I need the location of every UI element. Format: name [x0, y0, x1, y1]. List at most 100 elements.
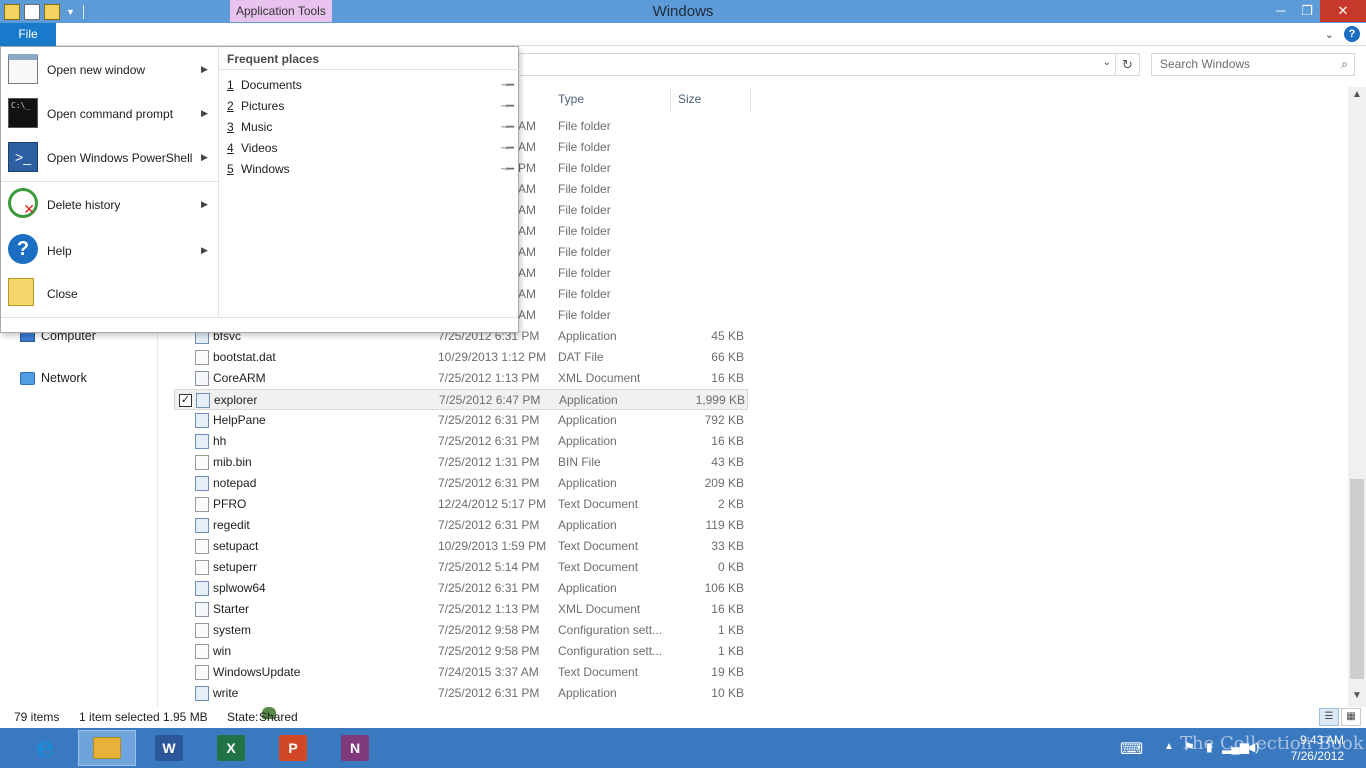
pin-icon[interactable]: ⊸━ [501, 138, 514, 159]
column-divider[interactable] [750, 87, 751, 112]
open-command-prompt-item[interactable]: C:\_ Open command prompt ▶ [1, 91, 218, 135]
help-item[interactable]: ? Help ▶ [1, 228, 218, 272]
address-dropdown-icon[interactable]: ⌄ [1103, 57, 1111, 68]
application-icon [195, 581, 209, 596]
menu-item-label: Open command prompt [47, 107, 174, 121]
frequent-place-label: Documents [241, 78, 302, 92]
column-header-size[interactable]: Size [678, 87, 701, 112]
file-row[interactable]: setupact 10/29/2013 1:59 PM Text Document 3… [174, 536, 748, 557]
file-name: regedit [213, 518, 250, 532]
frequent-place-item[interactable]: 5 Windows ⊸━ [227, 159, 517, 180]
file-name: system [213, 623, 252, 637]
file-tab[interactable]: File [0, 23, 56, 46]
file-type: Application [558, 581, 617, 595]
title-bar: ▼ Application Tools Windows ─ ❐ ✕ [0, 0, 1366, 23]
close-folder-icon [8, 278, 34, 306]
details-view-button[interactable]: ☰ [1319, 708, 1339, 726]
file-row[interactable]: PFRO 12/24/2012 5:17 PM Text Document 2 KB [174, 494, 748, 515]
file-size: 0 KB [717, 560, 744, 574]
expand-ribbon-icon[interactable]: ⌄ [1325, 28, 1334, 41]
file-date: 7/25/2012 6:31 PM [438, 686, 540, 700]
restore-button[interactable]: ❐ [1294, 0, 1320, 22]
show-hidden-icons-icon[interactable]: ▲ [1164, 741, 1174, 752]
frequent-place-item[interactable]: 3 Music ⊸━ [227, 117, 517, 138]
ribbon-tab-row: File ⌄ ? [0, 23, 1366, 46]
file-row[interactable]: HelpPane 7/25/2012 6:31 PM Application 792 … [174, 410, 748, 431]
file-row[interactable]: mib.bin 7/25/2012 1:31 PM BIN File 43 KB [174, 452, 748, 473]
column-header-type[interactable]: Type [558, 87, 584, 112]
pin-icon[interactable]: ⊸━ [501, 75, 514, 96]
taskbar-app-file-explorer[interactable] [78, 730, 136, 766]
file-type: Application [559, 393, 618, 407]
taskbar-app-excel[interactable]: X [202, 730, 260, 766]
file-row[interactable]: ✓ explorer 7/25/2012 6:47 PM Application 1,9… [174, 389, 748, 410]
file-row[interactable]: hh 7/25/2012 6:31 PM Application 16 KB [174, 431, 748, 452]
file-type: Application [558, 518, 617, 532]
file-row[interactable]: bootstat.dat 10/29/2013 1:12 PM DAT File 66… [174, 347, 748, 368]
file-row[interactable]: write 7/25/2012 6:31 PM Application 10 KB [174, 683, 748, 704]
pin-icon[interactable]: ⊸━ [501, 96, 514, 117]
taskbar: eWXPN ⌨ ▲ ⚑ ▮ ▂▄▆ ◀) 9:43 AM 7/26/2012 [0, 728, 1366, 768]
folder-row-time: AM [518, 308, 536, 322]
file-name: mib.bin [213, 455, 252, 469]
pin-icon[interactable]: ⊸━ [501, 117, 514, 138]
file-name: win [213, 644, 232, 658]
frequent-place-item[interactable]: 2 Pictures ⊸━ [227, 96, 517, 117]
window-controls: ─ ❐ ✕ [1268, 0, 1366, 22]
taskbar-app-powerpoint[interactable]: P [264, 730, 322, 766]
folder-row-time: AM [518, 119, 536, 133]
file-row[interactable]: setuperr 7/25/2012 5:14 PM Text Document 0 … [174, 557, 748, 578]
application-icon [195, 476, 209, 491]
scroll-down-icon[interactable]: ▼ [1348, 690, 1366, 701]
file-name: hh [213, 434, 227, 448]
selection-count: 1 item selected [79, 710, 160, 724]
file-row[interactable]: notepad 7/25/2012 6:31 PM Application 209 K… [174, 473, 748, 494]
open-powershell-item[interactable]: >_ Open Windows PowerShell ▶ [1, 135, 218, 179]
file-row[interactable]: regedit 7/25/2012 6:31 PM Application 119 K… [174, 515, 748, 536]
file-date: 7/24/2015 3:37 AM [438, 665, 539, 679]
keyboard-icon[interactable]: ⌨ [1120, 739, 1143, 759]
file-row[interactable]: Starter 7/25/2012 1:13 PM XML Document 16 K… [174, 599, 748, 620]
powershell-icon: >_ [8, 142, 38, 172]
frequent-place-item[interactable]: 1 Documents ⊸━ [227, 75, 517, 96]
file-row[interactable]: win 7/25/2012 9:58 PM Configuration sett..… [174, 641, 748, 662]
large-icons-view-button[interactable]: ▦ [1341, 708, 1361, 726]
network-icon [20, 371, 35, 385]
taskbar-app-word[interactable]: W [140, 730, 198, 766]
file-row[interactable]: WindowsUpdate 7/24/2015 3:37 AM Text Docum… [174, 662, 748, 683]
pin-icon[interactable]: ⊸━ [501, 159, 514, 180]
scroll-thumb[interactable] [1350, 479, 1364, 679]
folder-row-type: File folder [558, 140, 611, 154]
menu-item-label: Open new window [47, 63, 146, 77]
taskbar-app-internet-explorer[interactable]: e [16, 730, 74, 766]
selection-checkbox[interactable]: ✓ [179, 394, 192, 407]
file-size: 66 KB [711, 350, 744, 364]
file-size: 119 KB [705, 518, 744, 532]
frequent-place-item[interactable]: 4 Videos ⊸━ [227, 138, 517, 159]
file-name: PFRO [213, 497, 247, 511]
file-name: bootstat.dat [213, 350, 276, 364]
submenu-arrow-icon: ▶ [201, 152, 208, 162]
column-divider[interactable] [670, 87, 671, 112]
folder-row-type: File folder [558, 203, 611, 217]
close-item[interactable]: Close [1, 272, 218, 316]
search-input[interactable]: Search Windows ⌕ [1151, 53, 1355, 76]
refresh-icon[interactable]: ↻ [1115, 54, 1139, 75]
nav-item-network[interactable]: Network [20, 371, 87, 385]
help-icon[interactable]: ? [1344, 26, 1360, 42]
close-button[interactable]: ✕ [1320, 0, 1366, 22]
file-date: 7/25/2012 1:13 PM [438, 602, 540, 616]
file-icon [195, 644, 209, 659]
scroll-up-icon[interactable]: ▲ [1348, 89, 1366, 100]
search-icon[interactable]: ⌕ [1341, 54, 1348, 75]
file-row[interactable]: system 7/25/2012 9:58 PM Configuration set… [174, 620, 748, 641]
vertical-scrollbar[interactable]: ▲ ▼ [1348, 87, 1366, 707]
file-name: write [213, 686, 239, 700]
minimize-button[interactable]: ─ [1268, 0, 1294, 22]
taskbar-app-onenote[interactable]: N [326, 730, 384, 766]
file-row[interactable]: CoreARM 7/25/2012 1:13 PM XML Document 16 K… [174, 368, 748, 389]
delete-history-item[interactable]: ✕ Delete history ▶ [1, 182, 218, 226]
address-bar[interactable]: ⌄ ↻ [517, 53, 1140, 76]
file-row[interactable]: splwow64 7/25/2012 6:31 PM Application 106 … [174, 578, 748, 599]
open-new-window-item[interactable]: Open new window ▶ [1, 47, 218, 91]
